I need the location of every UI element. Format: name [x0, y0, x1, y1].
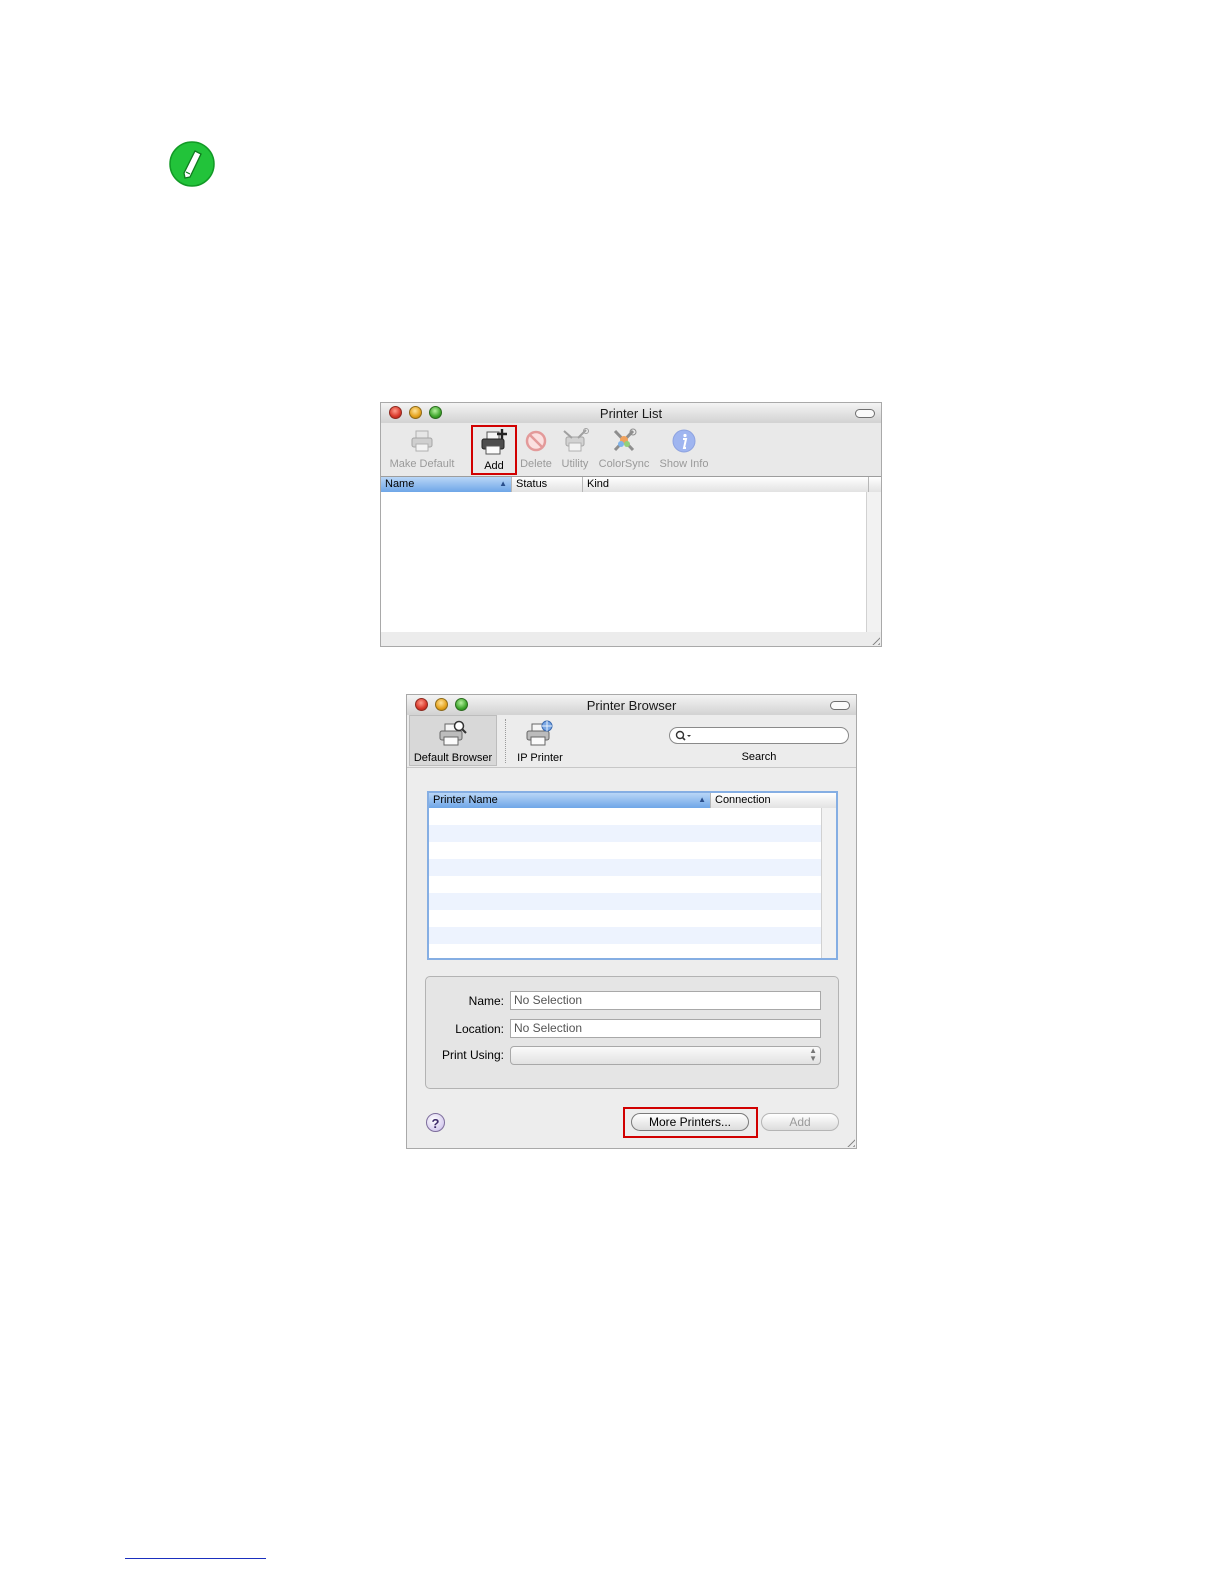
colorsync-icon: [596, 428, 652, 457]
utility-icon: [556, 428, 594, 457]
vertical-scrollbar[interactable]: [866, 492, 881, 632]
printer-details-group: Name: No Selection Location: No Selectio…: [425, 976, 839, 1089]
info-icon: [656, 428, 712, 457]
ip-printer-tab[interactable]: IP Printer: [511, 715, 569, 764]
table-row[interactable]: [429, 842, 822, 859]
printer-table[interactable]: Printer Name ▲ Connection: [427, 791, 838, 960]
column-connection[interactable]: Connection: [711, 793, 836, 808]
colorsync-button[interactable]: ColorSync: [596, 423, 652, 470]
table-row[interactable]: [429, 876, 822, 893]
add-highlight-box: [471, 425, 517, 475]
printer-icon: [387, 428, 457, 457]
toolbar-toggle-button[interactable]: [830, 701, 850, 710]
stepper-arrows-icon: ▲ ▼: [809, 1046, 817, 1063]
printer-table[interactable]: [381, 492, 867, 633]
search-input[interactable]: [669, 727, 849, 744]
name-label: Name:: [468, 994, 504, 1008]
print-using-label: Print Using:: [441, 1048, 504, 1062]
location-field[interactable]: No Selection: [510, 1019, 821, 1038]
ip-printer-icon: [511, 720, 569, 751]
column-printer-name[interactable]: Printer Name ▲: [429, 793, 711, 808]
table-row[interactable]: [429, 808, 822, 825]
more-printers-highlight-box: [623, 1107, 758, 1138]
default-browser-tab[interactable]: Default Browser: [409, 715, 497, 764]
footer-link-underline[interactable]: [125, 1558, 266, 1559]
name-field[interactable]: No Selection: [510, 991, 821, 1010]
window-footer: [381, 632, 881, 646]
toolbar-toggle-button[interactable]: [855, 409, 875, 418]
column-status[interactable]: Status: [512, 477, 583, 492]
printer-browser-window: Printer Browser Default Browser IP Print…: [406, 694, 857, 1149]
make-default-button[interactable]: Make Default: [387, 423, 457, 470]
print-using-select[interactable]: ▲ ▼: [510, 1046, 821, 1065]
table-row[interactable]: [429, 859, 822, 876]
add-button[interactable]: Add: [761, 1113, 839, 1131]
table-row[interactable]: [429, 893, 822, 910]
table-row[interactable]: [429, 825, 822, 842]
table-row[interactable]: [429, 927, 822, 944]
table-header: Name ▲ Status Kind: [381, 476, 881, 493]
toolbar: Default Browser IP Printer Search: [407, 715, 856, 768]
sort-ascending-icon: ▲: [499, 479, 507, 488]
show-info-button[interactable]: Show Info: [656, 423, 712, 470]
help-button[interactable]: ?: [426, 1113, 445, 1132]
table-rows: [429, 808, 822, 958]
printer-search-icon: [409, 720, 497, 751]
window-title: Printer List: [599, 406, 663, 421]
resize-grip-icon[interactable]: [869, 634, 880, 645]
printer-list-window: Printer List Make Default Add Delete Uti…: [380, 402, 882, 647]
resize-grip-icon[interactable]: [844, 1136, 855, 1147]
delete-button[interactable]: Delete: [516, 423, 556, 470]
search-icon: [675, 729, 693, 747]
pencil-note-icon: [169, 141, 215, 187]
window-title: Printer Browser: [586, 698, 677, 713]
toolbar-separator: [505, 719, 506, 763]
sort-ascending-icon: ▲: [698, 795, 706, 804]
column-name[interactable]: Name ▲: [381, 477, 512, 492]
table-row[interactable]: [429, 910, 822, 927]
table-header: Printer Name ▲ Connection: [429, 793, 836, 809]
search-label: Search: [741, 751, 777, 763]
utility-button[interactable]: Utility: [556, 423, 594, 470]
vertical-scrollbar[interactable]: [821, 808, 836, 958]
location-label: Location:: [455, 1022, 504, 1036]
title-bar: Printer List: [381, 403, 881, 424]
column-kind[interactable]: Kind: [583, 477, 869, 492]
delete-icon: [516, 428, 556, 457]
title-bar: Printer Browser: [407, 695, 856, 716]
toolbar: Make Default Add Delete Utility ColorSyn…: [381, 423, 881, 476]
